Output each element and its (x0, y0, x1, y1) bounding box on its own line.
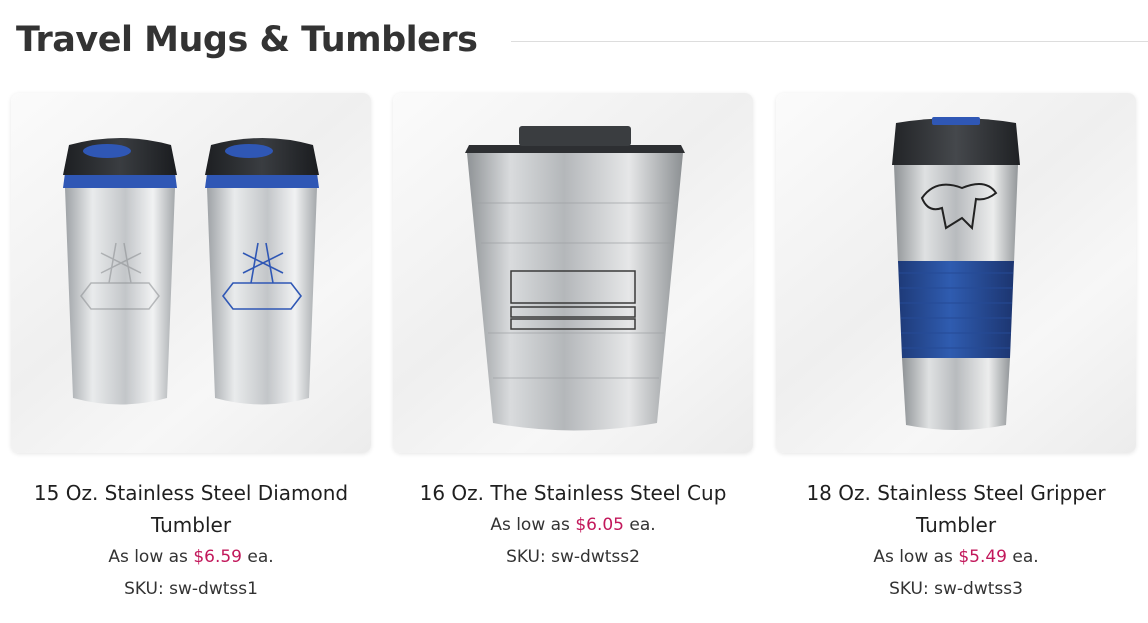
product-card: 18 Oz. Stainless Steel Gripper Tumbler A… (776, 93, 1136, 605)
section-divider (511, 40, 1148, 42)
product-title[interactable]: 15 Oz. Stainless Steel Diamond Tumbler (26, 477, 356, 541)
steel-cup-image (465, 126, 685, 431)
product-title[interactable]: 18 Oz. Stainless Steel Gripper Tumbler (791, 477, 1121, 541)
price-value: $6.05 (575, 515, 624, 535)
price-value: $5.49 (958, 547, 1007, 567)
product-image-gripper-tumbler[interactable] (776, 93, 1136, 453)
price-line: As low as $6.05 ea. (393, 509, 753, 541)
price-value: $6.59 (193, 547, 242, 567)
product-sku: SKU: sw-dwtss3 (889, 579, 1023, 599)
price-line: As low as $6.59 ea. (11, 541, 371, 573)
price-prefix: As low as (873, 547, 953, 567)
product-info: 18 Oz. Stainless Steel Gripper Tumbler A… (776, 453, 1136, 605)
price-prefix: As low as (490, 515, 570, 535)
price-suffix: ea. (1012, 547, 1039, 567)
gripper-tumbler-image (892, 117, 1020, 430)
section-title: Travel Mugs & Tumblers (16, 20, 478, 60)
price-suffix: ea. (247, 547, 274, 567)
product-card: 15 Oz. Stainless Steel Diamond Tumbler A… (11, 93, 371, 605)
product-sku: SKU: sw-dwtss1 (124, 579, 258, 599)
product-info: 15 Oz. Stainless Steel Diamond Tumbler A… (11, 453, 371, 605)
section-header: Travel Mugs & Tumblers (16, 16, 1148, 64)
price-suffix: ea. (629, 515, 656, 535)
product-title[interactable]: 16 Oz. The Stainless Steel Cup (408, 477, 738, 509)
product-info: 16 Oz. The Stainless Steel Cup As low as… (393, 453, 753, 573)
price-prefix: As low as (108, 547, 188, 567)
product-image-diamond-tumbler[interactable] (11, 93, 371, 453)
diamond-tumbler-image (63, 138, 319, 405)
product-image-steel-cup[interactable] (393, 93, 753, 453)
product-card: 16 Oz. The Stainless Steel Cup As low as… (393, 93, 753, 573)
price-line: As low as $5.49 ea. (776, 541, 1136, 573)
product-sku: SKU: sw-dwtss2 (506, 547, 640, 567)
